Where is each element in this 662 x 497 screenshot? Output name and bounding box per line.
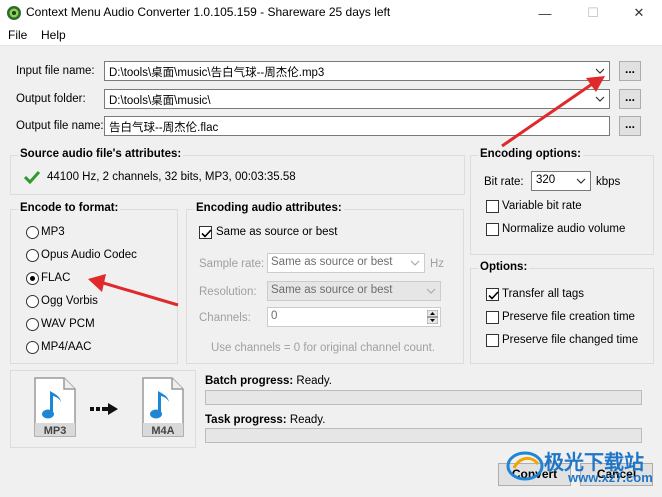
app-icon (7, 6, 21, 20)
menu-file[interactable]: File (8, 28, 27, 42)
encode-format-title: Encode to format: (18, 202, 121, 214)
input-file-value: D:\tools\桌面\music\告白气球--周杰伦.mp3 (109, 67, 325, 79)
task-progress-line: Task progress: Ready. (205, 414, 325, 426)
output-folder-combo[interactable]: D:\tools\桌面\music\ (104, 89, 610, 109)
preserve-changed-label: Preserve file changed time (502, 334, 639, 346)
sample-rate-value: Same as source or best (271, 256, 393, 268)
batch-progress-label: Batch progress: (205, 375, 294, 387)
encoding-attributes-title: Encoding audio attributes: (194, 202, 344, 214)
preserve-creation-label: Preserve file creation time (502, 311, 635, 323)
output-name-label: Output file name: (16, 120, 104, 132)
vbr-label: Variable bit rate (502, 200, 582, 212)
window-title: Context Menu Audio Converter 1.0.105.159… (26, 5, 391, 19)
radio-mp3-label: MP3 (41, 226, 65, 238)
radio-ogg-label: Ogg Vorbis (41, 295, 98, 307)
menu-bar (0, 26, 662, 46)
bitrate-unit: kbps (596, 176, 621, 188)
input-file-label: Input file name: (16, 65, 95, 77)
radio-flac[interactable] (26, 272, 39, 285)
bitrate-label: Bit rate: (484, 176, 524, 188)
batch-progress-status: Ready. (296, 375, 332, 387)
sample-rate-unit: Hz (430, 258, 445, 270)
transfer-tags-checkbox[interactable] (486, 288, 499, 301)
chevron-down-icon (595, 96, 605, 102)
channels-hint: Use channels = 0 for original channel co… (211, 342, 436, 354)
channels-label: Channels: (199, 312, 251, 324)
check-icon (488, 291, 499, 300)
m4a-file-label: M4A (151, 425, 175, 437)
output-folder-value: D:\tools\桌面\music\ (109, 95, 211, 107)
bitrate-select[interactable]: 320 (531, 171, 591, 191)
chevron-down-icon (576, 178, 586, 184)
output-folder-label: Output folder: (16, 93, 86, 105)
menu-help[interactable]: Help (41, 28, 66, 42)
check-icon (201, 229, 212, 238)
radio-ogg[interactable] (26, 295, 39, 308)
channels-spinner[interactable]: 0 (267, 307, 441, 327)
source-attributes-value: 44100 Hz, 2 channels, 32 bits, MP3, 00:0… (47, 171, 296, 183)
preserve-changed-checkbox[interactable] (486, 334, 499, 347)
sample-rate-label: Sample rate: (199, 258, 265, 270)
normalize-label: Normalize audio volume (502, 223, 626, 235)
batch-progress-bar (205, 390, 642, 405)
arrow-right-icon (90, 403, 118, 415)
same-as-source-checkbox[interactable] (199, 226, 212, 239)
radio-wav-label: WAV PCM (41, 318, 95, 330)
output-name-value: 告白气球--周杰伦.flac (109, 122, 219, 134)
browse-input-button[interactable]: ... (619, 61, 641, 81)
preserve-creation-checkbox[interactable] (486, 311, 499, 324)
watermark-logo (506, 451, 544, 481)
task-progress-bar (205, 428, 642, 443)
radio-mp4aac[interactable] (26, 341, 39, 354)
close-button[interactable]: ✕ (616, 0, 662, 26)
task-progress-status: Ready. (289, 414, 326, 426)
bitrate-value: 320 (536, 174, 556, 186)
watermark-url: www.xz7.com (568, 470, 653, 485)
input-file-combo[interactable]: D:\tools\桌面\music\告白气球--周杰伦.mp3 (104, 61, 610, 81)
radio-wav[interactable] (26, 318, 39, 331)
same-as-source-label: Same as source or best (216, 226, 338, 238)
batch-progress-line: Batch progress: Ready. (205, 375, 332, 387)
output-name-field[interactable]: 告白气球--周杰伦.flac (104, 116, 610, 136)
browse-output-name-button[interactable]: ... (619, 116, 641, 136)
chevron-down-icon (410, 260, 420, 266)
mp3-file-label: MP3 (43, 425, 67, 437)
minimize-button[interactable]: — (522, 0, 568, 26)
browse-folder-button[interactable]: ... (619, 89, 641, 109)
checkmark-icon (24, 170, 40, 184)
radio-mp3[interactable] (26, 226, 39, 239)
chevron-down-icon (426, 288, 436, 294)
sample-rate-select[interactable]: Same as source or best (267, 253, 425, 273)
resolution-value: Same as source or best (271, 284, 393, 296)
maximize-button[interactable]: ☐ (570, 0, 616, 26)
radio-opus[interactable] (26, 249, 39, 262)
normalize-checkbox[interactable] (486, 223, 499, 236)
radio-opus-label: Opus Audio Codec (41, 249, 137, 261)
chevron-down-icon (595, 68, 605, 74)
resolution-select[interactable]: Same as source or best (267, 281, 441, 301)
radio-mp4aac-label: MP4/AAC (41, 341, 92, 353)
source-attributes-title: Source audio file's attributes: (18, 148, 184, 160)
encoding-options-title: Encoding options: (478, 148, 583, 160)
spinner-arrows-icon (427, 310, 438, 324)
radio-flac-label: FLAC (41, 272, 71, 284)
vbr-checkbox[interactable] (486, 200, 499, 213)
task-progress-label: Task progress: (205, 414, 287, 426)
transfer-tags-label: Transfer all tags (502, 288, 585, 300)
resolution-label: Resolution: (199, 286, 257, 298)
channels-value: 0 (271, 310, 278, 322)
options-title: Options: (478, 261, 530, 273)
